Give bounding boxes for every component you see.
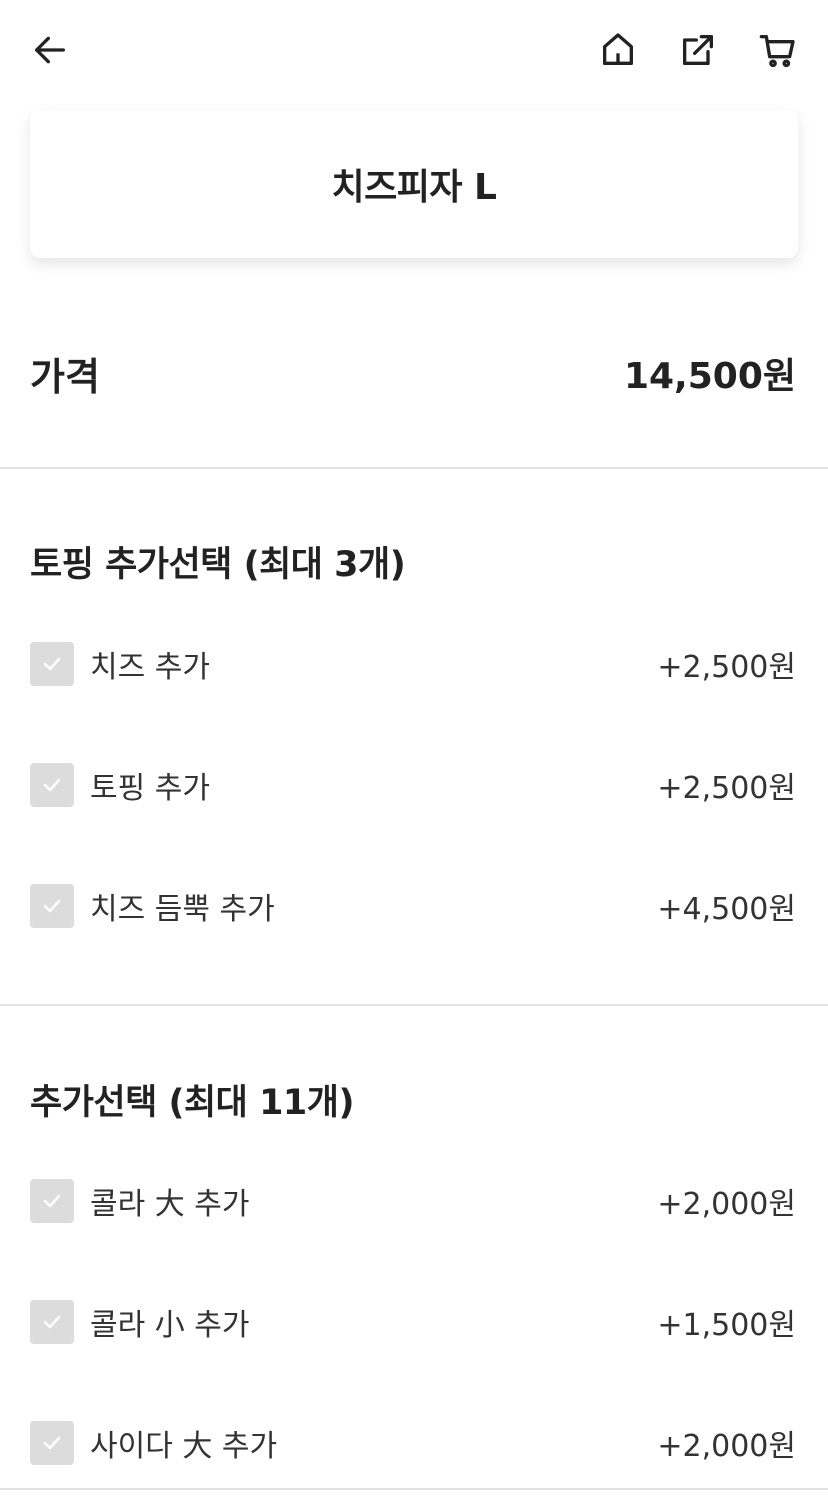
- option-checkbox[interactable]: [30, 1179, 74, 1223]
- option-row[interactable]: 콜라 小 추가 +1,500원: [30, 1298, 796, 1346]
- share-icon: [683, 35, 713, 65]
- price-label: 가격: [30, 354, 100, 399]
- option-price: +1,500원: [657, 1308, 796, 1343]
- back-button[interactable]: [24, 24, 76, 76]
- option-row[interactable]: 토핑 추가 +2,500원: [30, 761, 796, 809]
- option-price: +2,000원: [657, 1429, 796, 1464]
- option-label: 치즈 듬뿍 추가: [90, 892, 275, 927]
- home-button[interactable]: [592, 24, 644, 76]
- option-price: +2,500원: [657, 650, 796, 685]
- option-label: 토핑 추가: [90, 771, 210, 806]
- arrow-left-icon: [35, 36, 65, 64]
- check-icon: [43, 778, 61, 792]
- option-row[interactable]: 치즈 듬뿍 추가 +4,500원: [30, 882, 796, 930]
- product-title-card: 치즈피자 L: [30, 110, 798, 258]
- cart-icon: [759, 35, 795, 68]
- price-value: 14,500원: [623, 356, 796, 397]
- option-row[interactable]: 사이다 大 추가 +2,000원: [30, 1419, 796, 1467]
- check-icon: [43, 899, 61, 913]
- check-icon: [43, 1436, 61, 1450]
- check-icon: [43, 657, 61, 671]
- option-checkbox[interactable]: [30, 763, 74, 807]
- product-name: 치즈피자 L: [331, 167, 497, 208]
- option-row[interactable]: 콜라 大 추가 +2,000원: [30, 1177, 796, 1225]
- section-title-topping: 토핑 추가선택 (최대 3개): [30, 545, 406, 585]
- option-checkbox[interactable]: [30, 1421, 74, 1465]
- price-row: 가격 14,500원: [30, 340, 796, 406]
- option-checkbox[interactable]: [30, 1300, 74, 1344]
- check-icon: [43, 1194, 61, 1208]
- divider: [0, 1488, 828, 1490]
- option-label: 치즈 추가: [90, 650, 210, 685]
- option-checkbox[interactable]: [30, 642, 74, 686]
- share-button[interactable]: [672, 24, 724, 76]
- cart-button[interactable]: [752, 24, 804, 76]
- option-label: 사이다 大 추가: [90, 1429, 278, 1464]
- home-icon: [603, 33, 633, 65]
- option-price: +2,000원: [657, 1187, 796, 1222]
- check-icon: [43, 1315, 61, 1329]
- option-price: +4,500원: [657, 892, 796, 927]
- option-label: 콜라 大 추가: [90, 1187, 250, 1222]
- option-price: +2,500원: [657, 771, 796, 806]
- option-label: 콜라 小 추가: [90, 1308, 250, 1343]
- divider: [0, 1004, 828, 1006]
- divider: [0, 467, 828, 469]
- top-bar: [0, 0, 828, 100]
- section-title-extras: 추가선택 (최대 11개): [30, 1083, 354, 1123]
- option-row[interactable]: 치즈 추가 +2,500원: [30, 640, 796, 688]
- option-checkbox[interactable]: [30, 884, 74, 928]
